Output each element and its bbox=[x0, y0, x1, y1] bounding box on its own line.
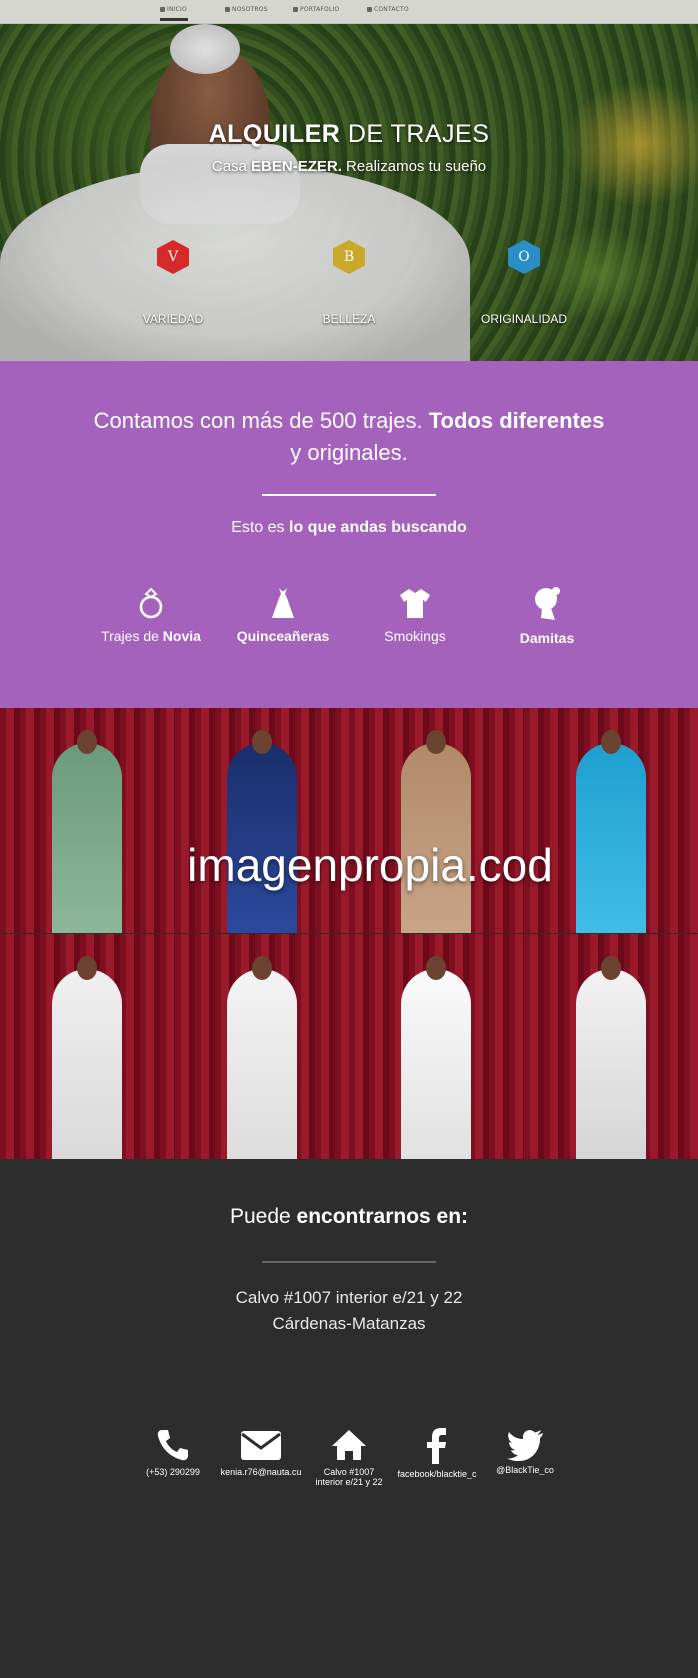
nav-item-portafolio[interactable]: PORTAFOLIO bbox=[293, 6, 339, 13]
hero-overlay bbox=[0, 24, 698, 361]
twitter-icon bbox=[507, 1430, 543, 1461]
hero-title: ALQUILER DE TRAJES bbox=[208, 120, 490, 148]
gallery-photo[interactable] bbox=[349, 934, 524, 1159]
gallery-photo[interactable] bbox=[349, 708, 524, 933]
category-label: Quinceañeras bbox=[236, 628, 330, 644]
briefcase-icon bbox=[293, 7, 298, 12]
gallery-photo[interactable] bbox=[0, 708, 175, 933]
category-label: Damitas bbox=[519, 630, 575, 646]
category-novia[interactable]: Trajes de Novia bbox=[86, 586, 216, 644]
top-navbar: INICIO NOSOTROS PORTAFOLIO CONTACTO bbox=[0, 0, 698, 24]
about-tagline: Esto es lo que andas buscando bbox=[231, 519, 467, 536]
home-icon bbox=[332, 1430, 366, 1460]
facebook-icon bbox=[427, 1428, 446, 1464]
girl-icon bbox=[535, 587, 560, 620]
category-label: Trajes de Novia bbox=[101, 628, 201, 644]
footer-section: Puede encontrarnos en: Calvo #1007 inter… bbox=[0, 1159, 698, 1678]
feature-label-variedad: VARIEDAD bbox=[142, 312, 204, 326]
footer-divider bbox=[262, 1261, 436, 1263]
category-label: Smokings bbox=[384, 628, 446, 644]
category-smokings[interactable]: Smokings bbox=[350, 586, 480, 644]
category-damitas[interactable]: Damitas bbox=[482, 586, 612, 646]
feature-label-originalidad: ORIGINALIDAD bbox=[480, 312, 567, 326]
home-icon bbox=[160, 7, 165, 12]
photo-gallery: imagenpropia.cod bbox=[0, 708, 698, 1159]
gallery-photo[interactable] bbox=[0, 934, 175, 1159]
gallery-photo[interactable] bbox=[523, 934, 698, 1159]
user-icon bbox=[225, 7, 230, 12]
ring-icon bbox=[139, 587, 163, 619]
nav-active-indicator bbox=[160, 18, 188, 21]
gallery-photo[interactable] bbox=[174, 934, 349, 1159]
hero-banner: ALQUILER DE TRAJES Casa EBEN-EZER. Reali… bbox=[0, 24, 698, 361]
about-lead: Contamos con más de 500 trajes. Todos di… bbox=[93, 408, 605, 465]
contact-address[interactable]: Calvo #1007 interior e/21 y 22 bbox=[299, 1427, 399, 1487]
nav-item-inicio[interactable]: INICIO bbox=[160, 6, 187, 13]
mail-icon bbox=[241, 1431, 281, 1460]
hero-subtitle: Casa EBEN-EZER. Realizamos tu sueño bbox=[211, 158, 487, 175]
contact-facebook[interactable]: facebook/blacktie_c bbox=[387, 1427, 487, 1479]
gallery-photo[interactable] bbox=[523, 708, 698, 933]
watermark-text: imagenpropia.cod bbox=[187, 839, 553, 891]
contact-twitter[interactable]: @BlackTie_co bbox=[475, 1427, 575, 1475]
section-divider bbox=[262, 494, 436, 496]
phone-icon bbox=[157, 1430, 188, 1461]
contact-phone[interactable]: (+53) 290299 bbox=[123, 1427, 223, 1477]
category-quinceaneras[interactable]: Quinceañeras bbox=[218, 586, 348, 644]
envelope-icon bbox=[367, 7, 372, 12]
nav-item-nosotros[interactable]: NOSOTROS bbox=[225, 6, 268, 13]
footer-title: Puede encontrarnos en: bbox=[229, 1205, 469, 1228]
shirt-icon bbox=[400, 589, 430, 618]
gallery-row bbox=[0, 708, 698, 933]
footer-address: Calvo #1007 interior e/21 y 22 Cárdenas-… bbox=[235, 1288, 463, 1333]
contact-email[interactable]: kenia.r76@nauta.cu bbox=[211, 1427, 311, 1477]
dress-icon bbox=[272, 588, 294, 618]
nav-item-contacto[interactable]: CONTACTO bbox=[367, 6, 409, 13]
feature-label-belleza: BELLEZA bbox=[322, 312, 376, 326]
about-section: Contamos con más de 500 trajes. Todos di… bbox=[0, 361, 698, 708]
gallery-row bbox=[0, 934, 698, 1159]
gallery-photo[interactable] bbox=[174, 708, 349, 933]
